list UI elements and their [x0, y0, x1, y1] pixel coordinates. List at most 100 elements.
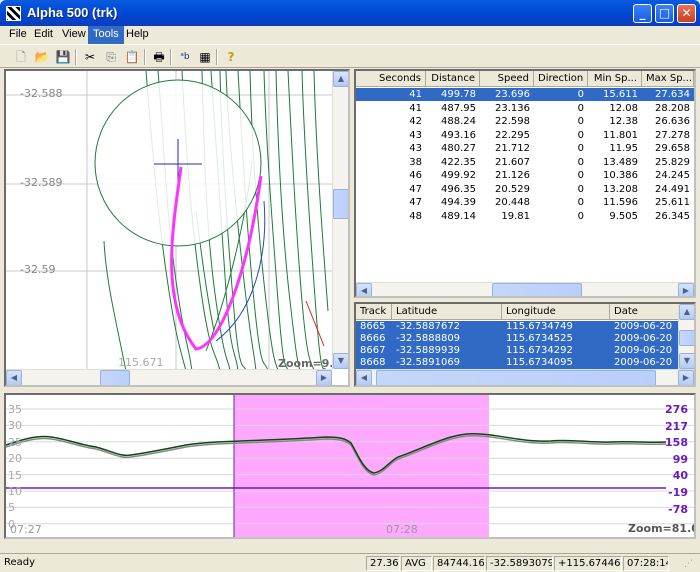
save-icon[interactable]: 💾 [54, 48, 72, 66]
table-cell: 115.6734292 [506, 345, 573, 356]
table-cell: 12.08 [609, 102, 638, 114]
close-button[interactable]: ✕ [677, 4, 696, 23]
new-file-icon[interactable]: 🗋 [12, 48, 30, 66]
table-row[interactable]: 8666 -32.5888809 115.6734525 2009-06-20 [356, 333, 678, 345]
left-tick-label: 35 [8, 403, 22, 416]
menu-edit[interactable]: Edit [29, 26, 58, 44]
table-cell: 22.295 [495, 129, 530, 141]
table-cell: 21.712 [495, 143, 530, 154]
status-latitude: -32.5893079( [486, 556, 553, 571]
table-cell: 8668 [360, 357, 386, 368]
table-cell: 28.208 [655, 102, 690, 114]
window-title: Alpha 500 (trk) [27, 5, 118, 20]
table-cell: 499.78 [441, 89, 476, 100]
maximize-button[interactable]: □ [655, 4, 674, 23]
scroll-right-arrow-icon[interactable]: ▶ [678, 283, 694, 296]
column-header[interactable]: Date [610, 304, 680, 320]
table-row[interactable]: 43 493.16 22.295 0 11.801 27.278 [356, 129, 694, 142]
track-points-table[interactable]: Track Latitude Longitude Date 8665 -32.58876… [354, 302, 696, 387]
table-cell: 41 [409, 102, 422, 114]
speed-chart[interactable]: 35 30 25 20 15 10 5 0 276 217 158 99 40 -19 -78 07:27… [4, 393, 696, 539]
column-header[interactable]: Longitude [502, 304, 610, 320]
scroll-thumb[interactable] [333, 189, 348, 219]
table-row[interactable]: 46 499.92 21.126 0 10.386 24.245 [356, 169, 694, 182]
scroll-thumb[interactable] [492, 283, 582, 296]
scroll-right-arrow-icon[interactable]: ▶ [316, 370, 332, 385]
column-header[interactable]: Min Sp... [588, 71, 642, 87]
label-view-icon[interactable]: ᵃb [176, 48, 194, 66]
scroll-up-arrow-icon[interactable]: ▲ [679, 304, 694, 320]
table-cell: 11.801 [603, 129, 638, 141]
minimize-button[interactable]: _ [633, 4, 652, 23]
copy-icon[interactable]: ⎘ [102, 48, 120, 66]
right-tick-label: 276 [665, 403, 688, 416]
table-row[interactable]: 8667 -32.5889939 115.6734292 2009-06-20 [356, 345, 678, 357]
scroll-down-arrow-icon[interactable]: ▼ [333, 353, 348, 369]
table-row[interactable]: 8668 -32.5891069 115.6734095 2009-06-20 [356, 357, 678, 369]
table-row[interactable]: 38 422.35 21.607 0 13.489 25.829 [356, 156, 694, 169]
column-header[interactable]: Latitude [392, 304, 502, 320]
menu-tools[interactable]: Tools [88, 26, 124, 44]
table-cell: 25.829 [655, 156, 690, 168]
help-icon[interactable]: ? [222, 48, 240, 66]
open-folder-icon[interactable]: 📂 [33, 48, 51, 66]
table-cell: 2009-06-20 [614, 357, 673, 368]
resize-grip-icon[interactable]: ⋰ [684, 559, 693, 569]
table-cell: 23.136 [495, 102, 530, 114]
menu-view[interactable]: View [57, 26, 91, 44]
scroll-thumb[interactable] [679, 330, 694, 346]
right-tick-label: 158 [665, 436, 688, 450]
column-header[interactable]: Direction [534, 71, 588, 87]
scroll-left-arrow-icon[interactable]: ◀ [6, 370, 22, 385]
column-header[interactable]: Track [356, 304, 392, 320]
table-row[interactable]: 48 489.14 19.81 0 9.505 26.345 [356, 210, 694, 223]
selection-highlight[interactable] [234, 395, 489, 537]
left-tick-label: 30 [8, 419, 22, 433]
table-row[interactable]: 41 499.78 23.696 0 15.611 27.634 [356, 88, 694, 101]
table-cell: 10.386 [603, 170, 638, 181]
grid-view-icon[interactable]: ▦ [196, 48, 214, 66]
lap-stats-table[interactable]: Seconds Distance Speed Direction Min Sp... Ma… [354, 69, 696, 298]
scroll-right-arrow-icon[interactable]: ▶ [678, 370, 694, 385]
map-horizontal-scrollbar[interactable]: ◀ ▶ [6, 369, 332, 385]
scroll-thumb[interactable] [376, 370, 656, 385]
table-cell: 115.6734095 [506, 357, 573, 368]
track-map[interactable]: -32.588 -32.589 -32.59 115.671 Zoom=9.0 … [4, 69, 350, 387]
status-bar: Ready 27.362 AVG 84744.16 -32.5893079( +… [0, 553, 700, 572]
table-cell: 0 [577, 102, 584, 114]
table-cell: -32.5888809 [396, 333, 461, 344]
table-cell: 47 [409, 183, 422, 195]
table-row[interactable]: 43 480.27 21.712 0 11.95 29.658 [356, 142, 694, 155]
table-row[interactable]: 47 496.35 20.529 0 13.208 24.491 [356, 183, 694, 196]
column-header[interactable]: Speed [480, 71, 534, 87]
scroll-left-arrow-icon[interactable]: ◀ [356, 370, 372, 385]
scroll-down-arrow-icon[interactable]: ▼ [679, 353, 694, 369]
table-cell: 21.607 [495, 156, 530, 168]
print-icon[interactable]: 🖶 [150, 48, 168, 66]
left-tick-label: 10 [8, 485, 22, 498]
scroll-up-arrow-icon[interactable]: ▲ [333, 71, 348, 87]
table-row[interactable]: 41 487.95 23.136 0 12.08 28.208 [356, 102, 694, 115]
table-row[interactable]: 42 488.24 22.598 0 12.38 26.636 [356, 115, 694, 128]
track-vertical-scrollbar[interactable]: ▲ ▼ [678, 304, 694, 369]
scroll-left-arrow-icon[interactable]: ◀ [356, 283, 372, 296]
toolbar-separator [144, 49, 146, 65]
table-cell: 26.345 [655, 210, 690, 222]
scroll-thumb[interactable] [100, 370, 130, 385]
map-vertical-scrollbar[interactable]: ▲ ▼ [332, 71, 348, 369]
track-horizontal-scrollbar[interactable]: ◀ ▶ [356, 369, 694, 385]
cut-icon[interactable]: ✂ [81, 48, 99, 66]
table-row[interactable]: 8665 -32.5887672 115.6734749 2009-06-20 [356, 321, 678, 333]
table-row[interactable]: 47 494.39 20.448 0 11.596 25.611 [356, 196, 694, 209]
column-header[interactable]: Distance [426, 71, 480, 87]
table-cell: 0 [577, 170, 584, 181]
table-cell: 422.35 [441, 156, 476, 168]
menu-help[interactable]: Help [121, 26, 154, 44]
column-header[interactable]: Max Sp... [642, 71, 694, 87]
column-header[interactable]: Seconds [356, 71, 426, 87]
menu-file[interactable]: File [4, 26, 32, 44]
left-tick-label: 25 [8, 435, 22, 449]
table-cell: 15.611 [603, 89, 638, 100]
paste-icon[interactable]: 📋 [123, 48, 141, 66]
stats-horizontal-scrollbar[interactable]: ◀ ▶ [356, 282, 694, 296]
